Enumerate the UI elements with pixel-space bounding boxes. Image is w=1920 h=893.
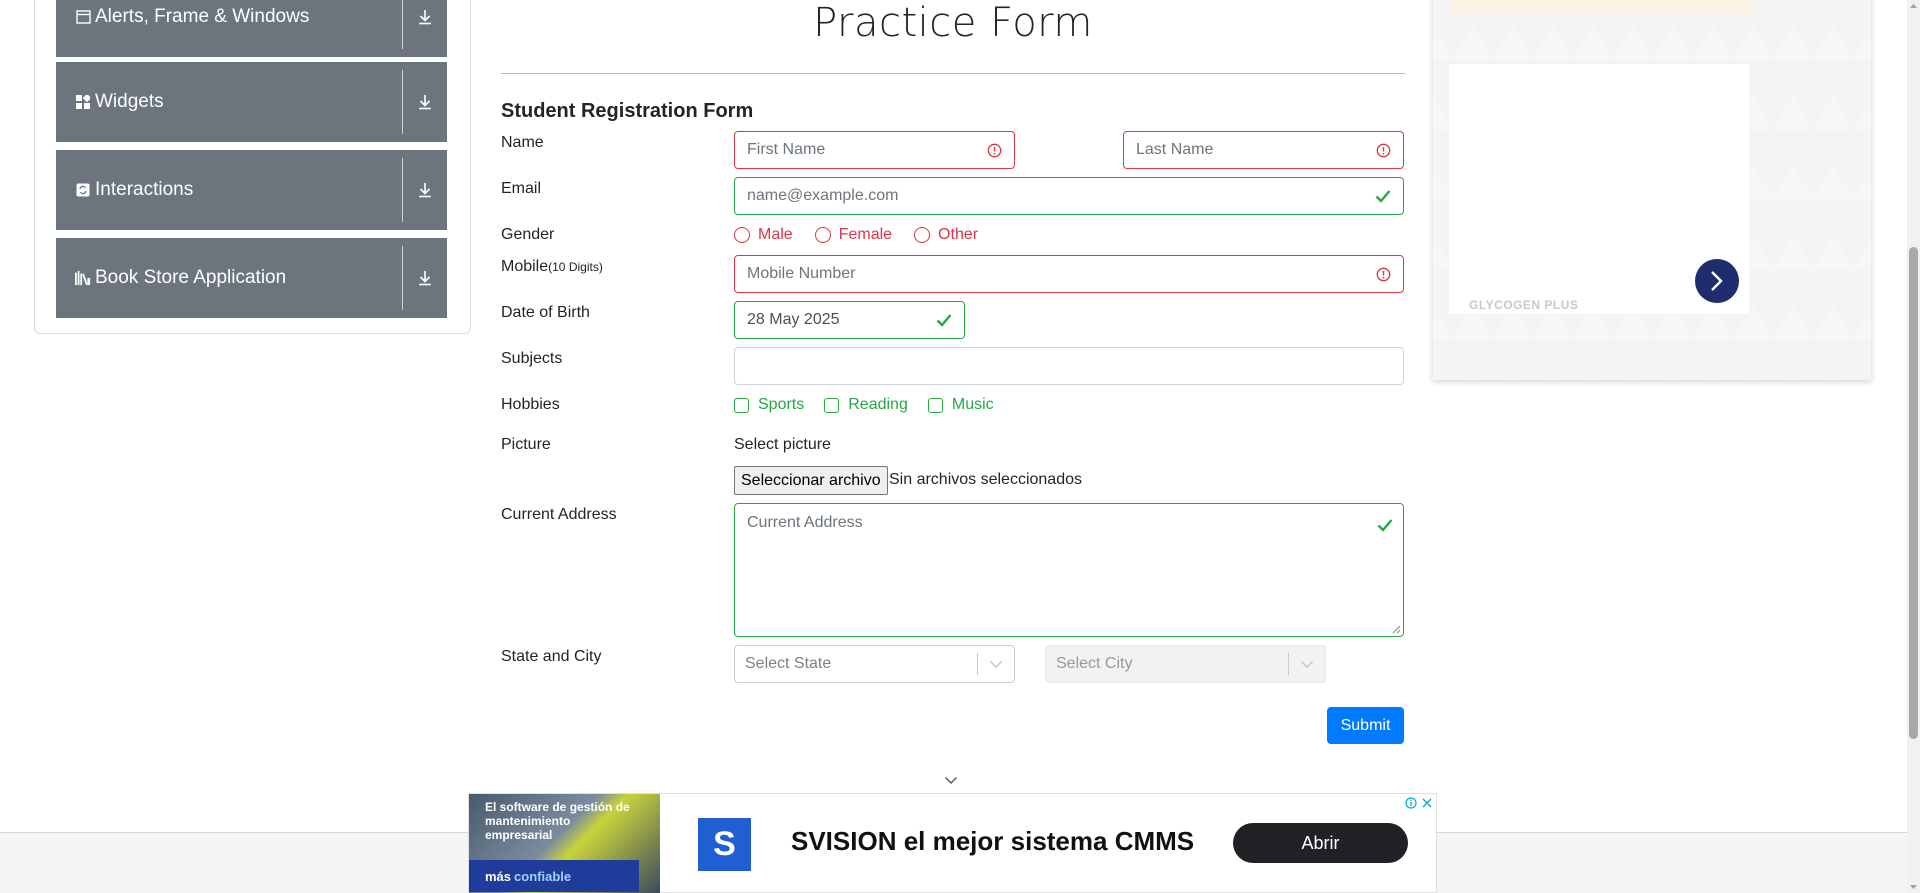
sidebar-group-label: Book Store Application	[95, 267, 287, 288]
ad-choices[interactable]	[1404, 796, 1434, 810]
sidebar-group-widgets[interactable]: Widgets	[56, 62, 447, 142]
check-icon	[936, 312, 952, 328]
mobile-label: Mobile(10 Digits)	[501, 258, 603, 275]
sidebar-group-interactions[interactable]: Interactions	[56, 150, 447, 230]
resize-handle-icon[interactable]	[1392, 625, 1401, 634]
interactions-icon	[75, 182, 91, 198]
books-icon	[75, 270, 91, 286]
error-icon	[1375, 142, 1391, 158]
bottom-advertisement[interactable]: El software de gestión de mantenimiento …	[468, 793, 1437, 893]
scrollbar-thumb[interactable]	[1909, 247, 1918, 739]
chevron-right-icon	[1711, 271, 1723, 291]
ad-banner-image: El software de gestión de mantenimiento …	[469, 794, 660, 893]
subjects-label: Subjects	[501, 350, 563, 367]
hobbies-label: Hobbies	[501, 396, 560, 413]
current-address-textarea[interactable]: Current Address	[734, 503, 1404, 637]
ad-headline: SVISION el mejor sistema CMMS	[791, 826, 1195, 856]
download-icon[interactable]	[403, 9, 447, 25]
ad-logo: S	[698, 818, 751, 871]
download-icon[interactable]	[403, 94, 447, 110]
mobile-input[interactable]: Mobile Number	[734, 255, 1404, 293]
checkbox-box[interactable]	[824, 397, 840, 413]
scroll-down-icon[interactable]	[1910, 885, 1917, 890]
email-label: Email	[501, 180, 542, 197]
sidebar-group-label: Widgets	[95, 91, 164, 112]
sidebar-group-label: Interactions	[95, 179, 194, 200]
state-select[interactable]: Select State	[734, 645, 1015, 683]
error-icon	[1375, 266, 1391, 282]
sidebar-group-alerts[interactable]: Alerts, Frame & Windows	[56, 0, 447, 57]
ad-close-icon[interactable]	[1420, 796, 1434, 810]
widgets-icon	[75, 94, 91, 110]
picture-label: Picture	[501, 436, 551, 453]
checkbox-box[interactable]	[734, 397, 749, 413]
sidebar-group-book-store[interactable]: Book Store Application	[56, 238, 447, 318]
hobbies-checkbox-group: Sports Reading Music	[734, 396, 1014, 414]
radio-circle[interactable]	[734, 227, 750, 243]
chevron-down-icon[interactable]	[978, 660, 1014, 669]
gender-other-radio[interactable]: Other	[914, 226, 978, 244]
file-upload-button[interactable]: Seleccionar archivo	[734, 466, 888, 495]
gender-female-radio[interactable]: Female	[814, 226, 892, 244]
ad-brand-label: GLYCOGEN PLUS	[1469, 298, 1579, 312]
name-label: Name	[501, 134, 544, 151]
picture-prompt: Select picture	[734, 436, 831, 453]
first-name-input[interactable]: First Name	[734, 131, 1015, 169]
window-icon	[75, 9, 91, 25]
mobile-hint: (10 Digits)	[548, 260, 603, 274]
ad-info-icon[interactable]	[1404, 796, 1418, 810]
chevron-down-icon[interactable]	[1289, 660, 1325, 669]
download-icon[interactable]	[403, 270, 447, 286]
sidebar-group-label: Alerts, Frame & Windows	[95, 6, 310, 27]
sidebar-panel: Alerts, Frame & Windows Widgets Interact…	[34, 0, 471, 334]
form-subtitle: Student Registration Form	[501, 100, 754, 122]
page-title: Practice Form	[813, 0, 1093, 46]
radio-circle[interactable]	[914, 227, 931, 243]
checkbox-box[interactable]	[927, 397, 943, 413]
last-name-input[interactable]: Last Name	[1123, 131, 1404, 169]
check-icon	[1375, 188, 1391, 204]
city-select[interactable]: Select City	[1045, 645, 1326, 683]
hobby-sports-checkbox[interactable]: Sports	[734, 396, 804, 414]
hobby-music-checkbox[interactable]: Music	[927, 396, 994, 414]
dob-label: Date of Birth	[501, 304, 590, 321]
collapse-ad-chevron-icon[interactable]	[944, 776, 958, 785]
right-advertisement[interactable]: GLYCOGEN PLUS	[1433, 0, 1871, 380]
submit-button[interactable]: Submit	[1327, 707, 1404, 744]
address-label: Current Address	[501, 506, 617, 523]
error-icon	[986, 142, 1002, 158]
file-status: Sin archivos seleccionados	[889, 471, 1082, 488]
hobby-reading-checkbox[interactable]: Reading	[824, 396, 908, 414]
scroll-up-icon[interactable]	[1910, 3, 1917, 8]
subjects-input[interactable]	[734, 347, 1404, 385]
email-input[interactable]: name@example.com	[734, 177, 1404, 215]
ad-open-button[interactable]: Abrir	[1233, 823, 1408, 863]
download-icon[interactable]	[403, 182, 447, 198]
ad-next-button[interactable]	[1695, 259, 1739, 303]
title-divider	[501, 73, 1405, 74]
page-scrollbar[interactable]	[1907, 0, 1920, 893]
gender-radio-group: Male Female Other	[734, 226, 1000, 244]
check-icon	[1377, 517, 1393, 533]
state-city-label: State and City	[501, 648, 602, 665]
radio-circle[interactable]	[814, 227, 831, 243]
gender-label: Gender	[501, 226, 555, 243]
practice-form-page: Alerts, Frame & Windows Widgets Interact…	[0, 0, 1920, 893]
dob-input[interactable]: 28 May 2025	[734, 301, 965, 339]
gender-male-radio[interactable]: Male	[734, 226, 793, 244]
